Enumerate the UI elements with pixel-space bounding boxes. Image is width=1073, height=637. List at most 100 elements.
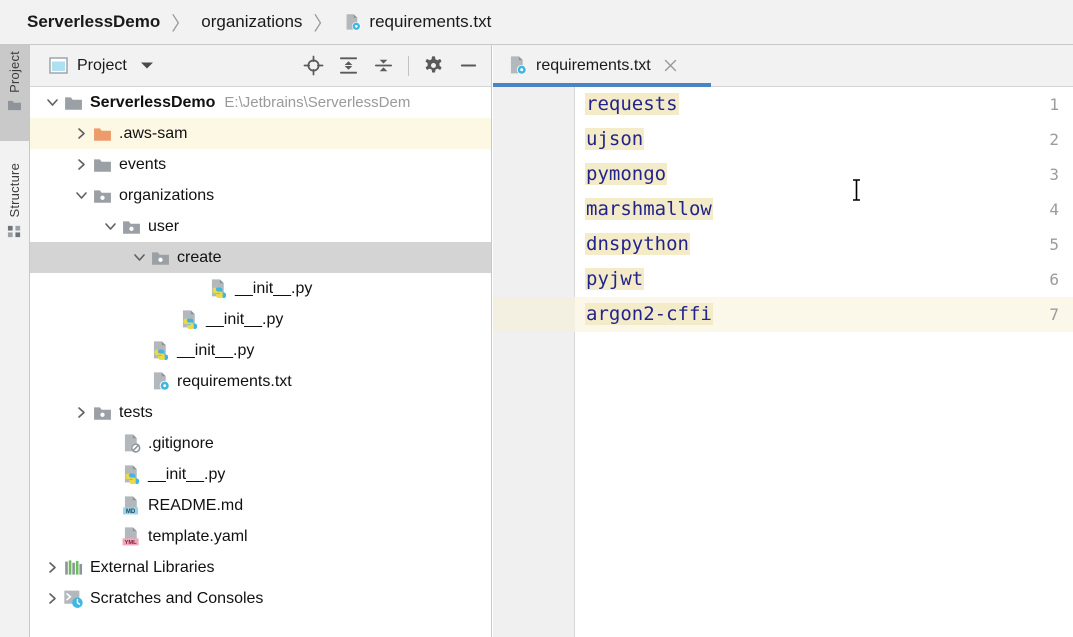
code-line-text: marshmallow	[585, 198, 713, 220]
tree-row-template-yaml[interactable]: YML template.yaml	[30, 521, 491, 552]
tree-row-label: organizations	[119, 187, 214, 205]
tree-row-init-py[interactable]: __init__.py	[30, 335, 491, 366]
tree-row-label: External Libraries	[90, 559, 215, 577]
code-line-text: argon2-cffi	[585, 303, 713, 325]
file-gear-icon	[507, 55, 528, 76]
caret-line-gutter-highlight	[493, 297, 575, 332]
tree-row-events[interactable]: events	[30, 149, 491, 180]
tool-window-button-project[interactable]: Project	[0, 45, 29, 141]
expand-all-icon[interactable]	[338, 55, 359, 76]
tree-row-scratches-and-consoles[interactable]: Scratches and Consoles	[30, 583, 491, 614]
tree-row-serverlessdemo[interactable]: ServerlessDemoE:\Jetbrains\ServerlessDem	[30, 87, 491, 118]
caret-line-highlight	[493, 297, 1073, 332]
libraries-icon	[62, 558, 84, 577]
svg-text:YML: YML	[124, 540, 137, 546]
chevron-right-icon[interactable]	[71, 158, 91, 171]
code-editor[interactable]: 1requests2ujson3pymongo4marshmallow5dnsp…	[493, 87, 1073, 637]
line-number: 2	[991, 122, 1073, 157]
package-folder-icon	[91, 404, 113, 422]
tree-row-init-py[interactable]: __init__.py	[30, 304, 491, 335]
editor-area: requirements.txt 1requests2ujson3pymongo…	[493, 45, 1073, 637]
minimize-icon[interactable]	[458, 55, 479, 76]
code-line-text: pymongo	[585, 163, 667, 185]
tree-row-tests[interactable]: tests	[30, 397, 491, 428]
tree-row-init-py[interactable]: __init__.py	[30, 273, 491, 304]
line-number: 7	[991, 297, 1073, 332]
tree-row-label: .gitignore	[148, 435, 214, 453]
code-line[interactable]: marshmallow	[585, 192, 713, 228]
folder-icon	[7, 99, 22, 117]
tree-row-organizations[interactable]: organizations	[30, 180, 491, 211]
tree-row-label: user	[148, 218, 179, 236]
breadcrumb-item-requirements[interactable]: requirements.txt	[343, 12, 491, 32]
project-window-icon	[49, 57, 68, 74]
code-line[interactable]: argon2-cffi	[585, 297, 713, 333]
collapse-all-icon[interactable]	[373, 55, 394, 76]
breadcrumb-label: requirements.txt	[369, 12, 491, 32]
tree-row-label: template.yaml	[148, 528, 248, 546]
tree-row-user[interactable]: user	[30, 211, 491, 242]
yaml-file-icon: YML	[120, 526, 142, 547]
project-panel-label: Project	[77, 57, 127, 75]
line-number: 3	[991, 157, 1073, 192]
tree-row-label: requirements.txt	[177, 373, 292, 391]
code-line[interactable]: pyjwt	[585, 262, 644, 298]
left-tool-strip: Project Structure	[0, 45, 30, 637]
chevron-right-icon[interactable]	[71, 406, 91, 419]
tree-row-gitignore[interactable]: .gitignore	[30, 428, 491, 459]
code-line[interactable]: ujson	[585, 122, 644, 158]
python-file-icon	[120, 464, 142, 485]
tree-row-init-py[interactable]: __init__.py	[30, 459, 491, 490]
tree-row-label: create	[177, 249, 221, 267]
project-tree[interactable]: ServerlessDemoE:\Jetbrains\ServerlessDem…	[30, 87, 491, 636]
tree-row-readme-md[interactable]: MDREADME.md	[30, 490, 491, 521]
file-ignored-icon	[120, 433, 142, 454]
chevron-right-icon[interactable]	[42, 592, 62, 605]
tree-row-label: __init__.py	[206, 311, 283, 329]
chevron-down-icon[interactable]	[42, 96, 62, 109]
tree-row-external-libraries[interactable]: External Libraries	[30, 552, 491, 583]
breadcrumb-item-project[interactable]: ServerlessDemo	[27, 12, 160, 32]
breadcrumb-label: organizations	[201, 12, 302, 32]
tool-button-label: Structure	[7, 163, 22, 218]
editor-tab-bar: requirements.txt	[493, 45, 1073, 87]
chevron-right-icon[interactable]	[42, 561, 62, 574]
chevron-right-icon[interactable]	[71, 127, 91, 140]
tree-row-label: tests	[119, 404, 153, 422]
chevron-down-icon[interactable]	[129, 251, 149, 264]
project-panel-actions	[303, 55, 491, 76]
tree-row-requirements-txt[interactable]: requirements.txt	[30, 366, 491, 397]
gear-icon[interactable]	[423, 55, 444, 76]
code-line-text: ujson	[585, 128, 644, 150]
package-folder-icon	[91, 187, 113, 205]
package-folder-icon	[120, 218, 142, 236]
tool-window-button-structure[interactable]: Structure	[0, 157, 29, 267]
tree-row-path: E:\Jetbrains\ServerlessDem	[224, 94, 410, 111]
code-line[interactable]: dnspython	[585, 227, 690, 263]
breadcrumb: ServerlessDemo 〉 organizations 〉 require…	[0, 0, 1073, 45]
python-file-icon	[149, 340, 171, 361]
editor-tab-requirements[interactable]: requirements.txt	[493, 45, 690, 86]
markdown-file-icon: MD	[120, 495, 142, 516]
code-line[interactable]: pymongo	[585, 157, 667, 193]
chevron-down-icon[interactable]	[140, 57, 154, 75]
tree-row-aws-sam[interactable]: .aws-sam	[30, 118, 491, 149]
close-icon[interactable]	[663, 58, 678, 73]
structure-icon	[7, 224, 22, 244]
chevron-down-icon[interactable]	[100, 220, 120, 233]
tree-row-create[interactable]: create	[30, 242, 491, 273]
project-panel-title[interactable]: Project	[30, 57, 154, 75]
tree-row-label: Scratches and Consoles	[90, 590, 263, 608]
folder-excluded-icon	[91, 125, 113, 143]
line-number: 4	[991, 192, 1073, 227]
breadcrumb-label: ServerlessDemo	[27, 12, 160, 32]
line-number: 6	[991, 262, 1073, 297]
locate-file-icon[interactable]	[303, 55, 324, 76]
tool-button-label: Project	[7, 51, 22, 93]
file-gear-icon	[343, 13, 362, 32]
editor-gutter[interactable]	[493, 87, 575, 637]
code-line[interactable]: requests	[585, 87, 679, 123]
chevron-down-icon[interactable]	[71, 189, 91, 202]
breadcrumb-item-organizations[interactable]: organizations	[201, 12, 302, 32]
scratches-icon	[62, 588, 84, 609]
